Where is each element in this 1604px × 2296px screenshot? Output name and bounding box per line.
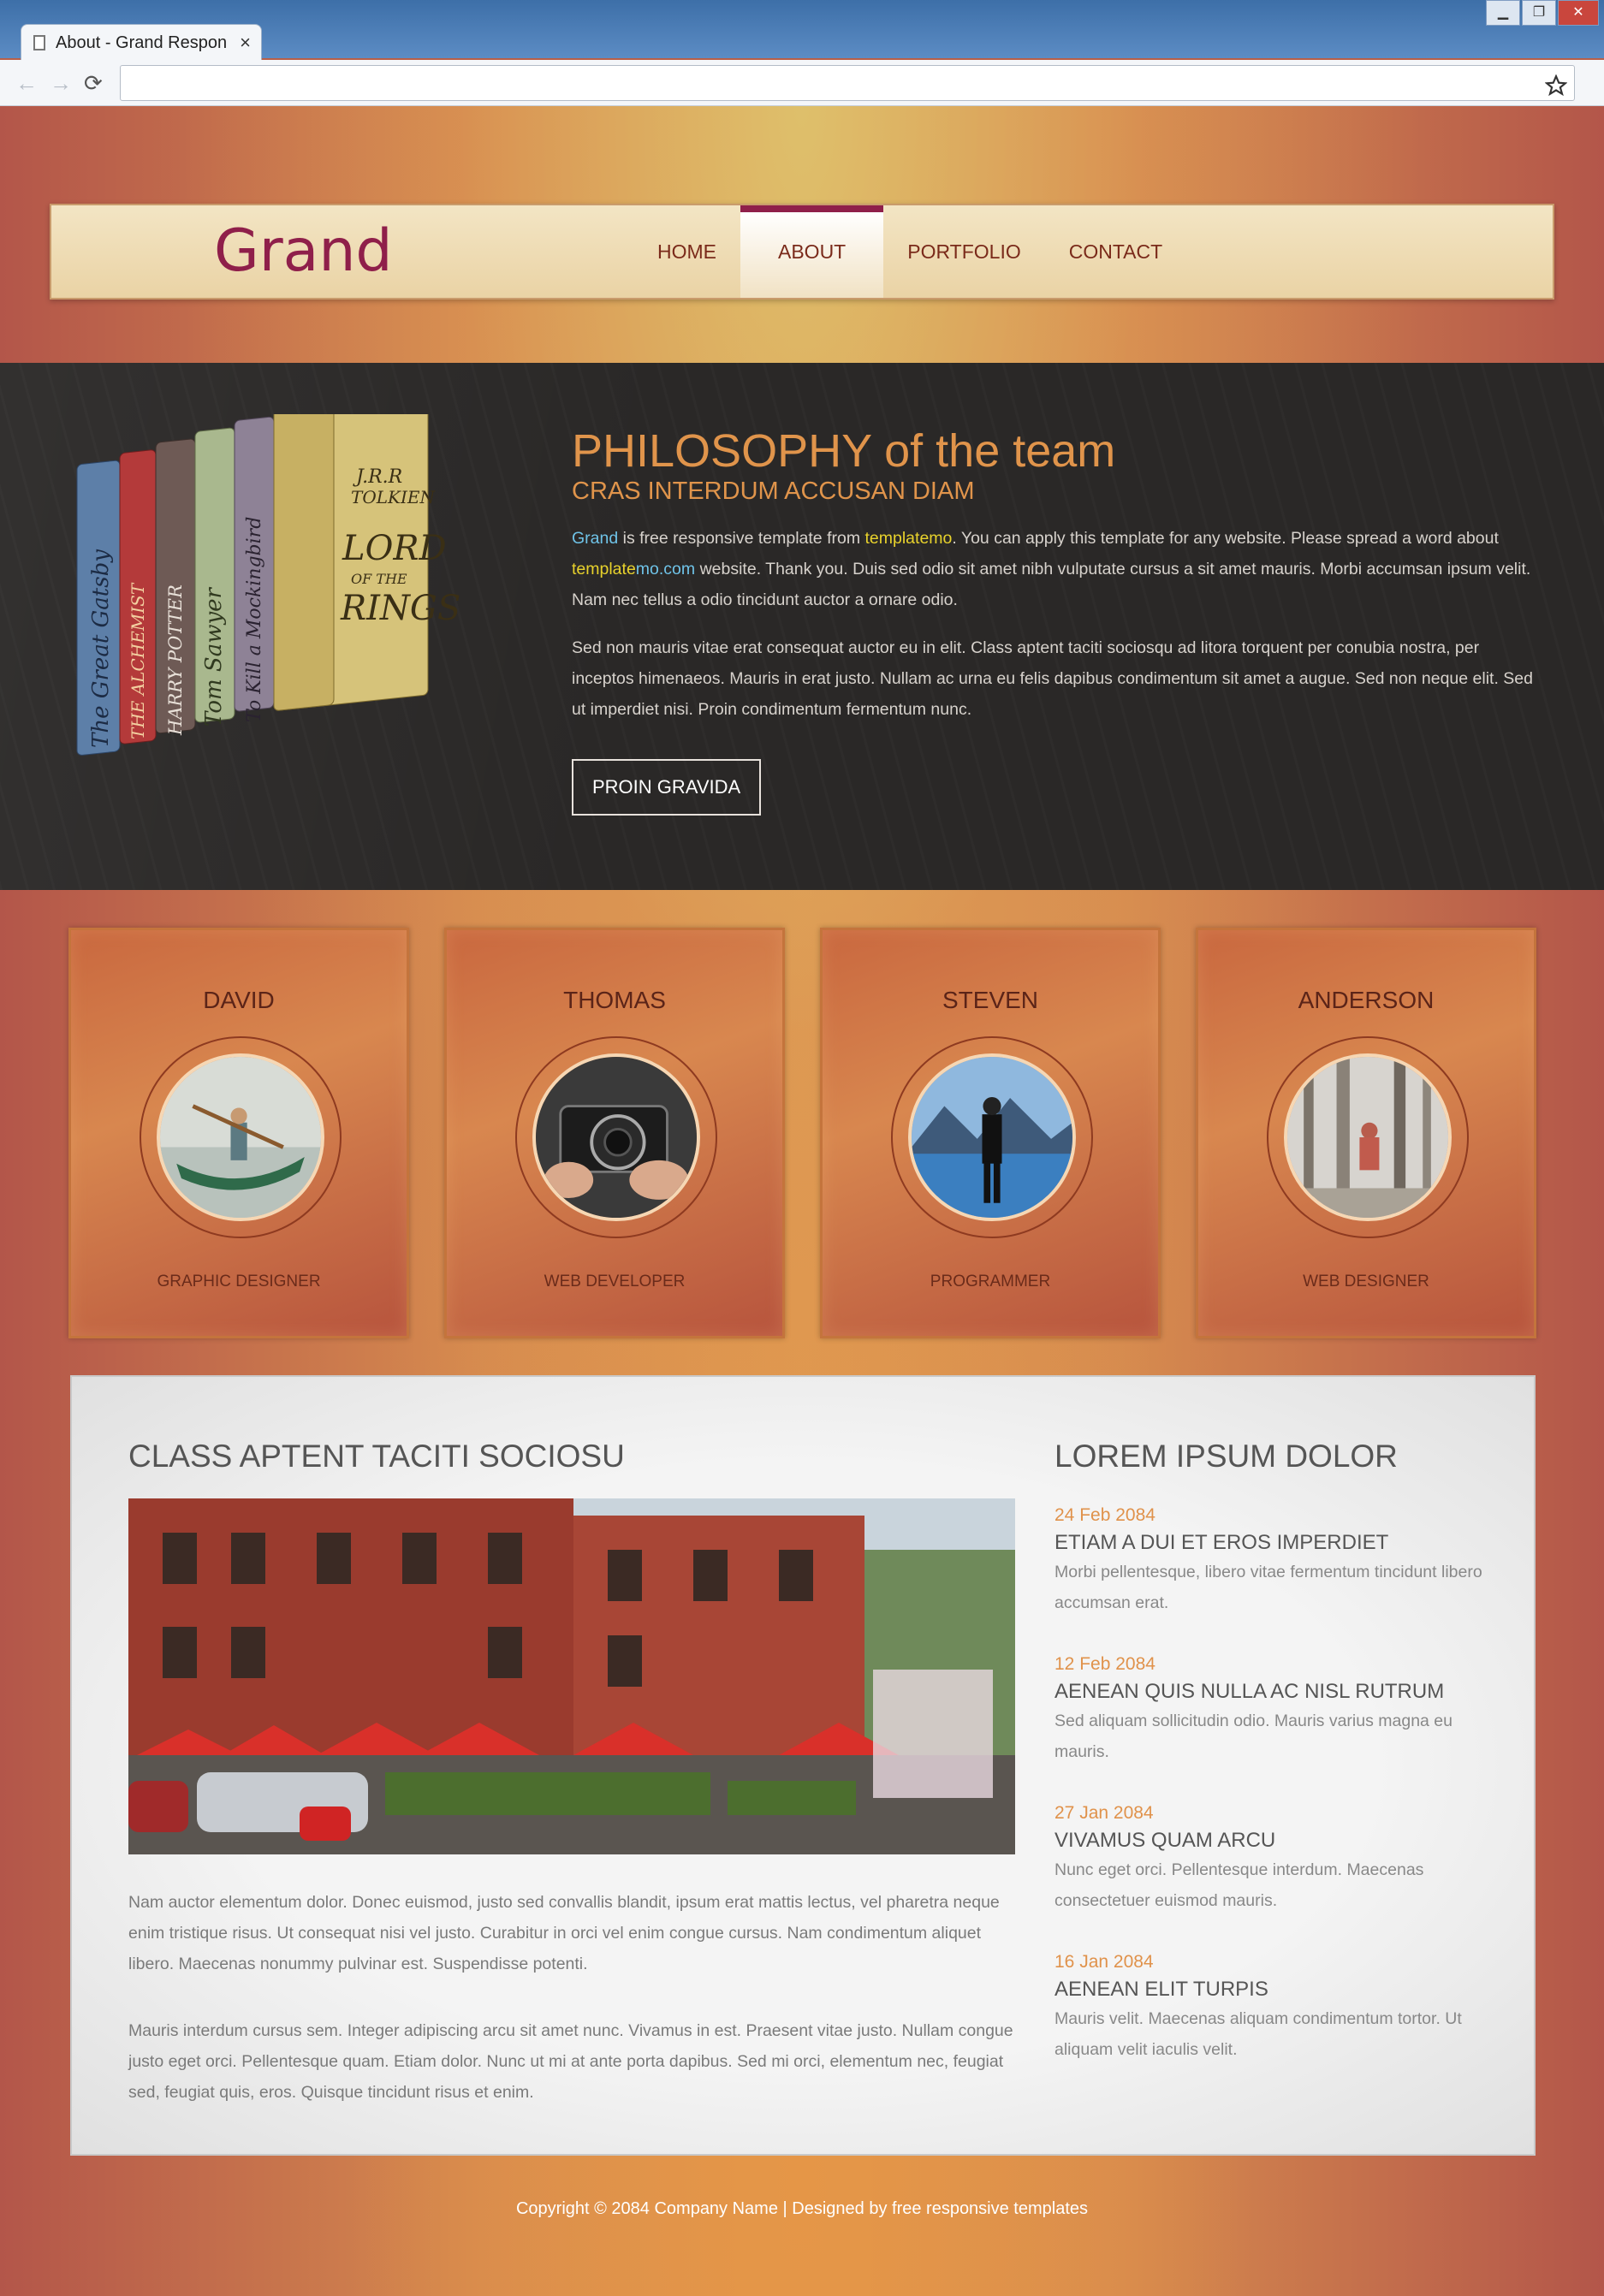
book-spine-harry-potter: HARRY POTTER [165, 584, 186, 736]
news-desc: Nunc eget orci. Pellentesque interdum. M… [1054, 1860, 1424, 1910]
grand-link[interactable]: Grand [572, 529, 618, 548]
browser-titlebar: About - Grand Respon × ▁ ❐ ✕ [0, 0, 1604, 60]
news-item: 24 Feb 2084 ETIAM A DUI ET EROS IMPERDIE… [1054, 1505, 1500, 1618]
site-header: Grand HOME ABOUT PORTFOLIO CONTACT [50, 204, 1554, 300]
book-spine-mockingbird: To Kill a Mockingbird [244, 517, 265, 722]
left-section-title: CLASS APTENT TACITI SOCIOSU [128, 1439, 625, 1474]
team-role: WEB DEVELOPER [544, 1273, 686, 1290]
street-cafe-image [128, 1498, 1015, 1854]
minimize-button[interactable]: ▁ [1486, 0, 1520, 26]
team-name: THOMAS [563, 987, 666, 1013]
page-icon [33, 35, 45, 50]
news-item: 16 Jan 2084 AENEAN ELIT TURPIS Mauris ve… [1054, 1952, 1500, 2065]
news-date: 24 Feb 2084 [1054, 1505, 1155, 1525]
team-role: WEB DESIGNER [1303, 1273, 1429, 1290]
book-cover-line: J.R.R [353, 466, 402, 488]
book-spine-alchemist: THE ALCHEMIST [128, 582, 148, 739]
team-photo-camera [532, 1053, 700, 1221]
team-photo-frame [1267, 1036, 1469, 1238]
content-panel: CLASS APTENT TACITI SOCIOSU Nam auctor e… [70, 1375, 1536, 2156]
book-spine-gatsby: The Great Gatsby [88, 549, 114, 748]
site-logo[interactable]: Grand [214, 217, 393, 285]
browser-tab[interactable]: About - Grand Respon × [21, 24, 262, 60]
team-photo-frame [515, 1036, 717, 1238]
book-spine-tom-sawyer: Tom Sawyer [201, 586, 227, 727]
hero-text-run: . You can apply this template for any we… [952, 529, 1499, 548]
news-title[interactable]: VIVAMUS QUAM ARCU [1054, 1829, 1500, 1853]
left-paragraph-1: Nam auctor elementum dolor. Donec euismo… [128, 1893, 1000, 1973]
news-date: 27 Jan 2084 [1054, 1803, 1154, 1823]
hero-text-run: is free responsive template from [618, 529, 865, 548]
news-date: 12 Feb 2084 [1054, 1654, 1155, 1674]
window-controls: ▁ ❐ ✕ [1486, 0, 1599, 26]
team-role: PROGRAMMER [930, 1273, 1051, 1290]
team-photo-lake [908, 1053, 1076, 1221]
team-card-steven: STEVEN PROGRAMMER [820, 928, 1161, 1338]
templatemo-com-link-tail[interactable]: mo.com [636, 560, 695, 578]
team-name: ANDERSON [1298, 987, 1435, 1013]
hero-paragraph: Grand is free responsive template from t… [572, 523, 1539, 615]
hero-paragraph-2: Sed non mauris vitae erat consequat auct… [572, 638, 1533, 719]
address-bar[interactable] [120, 65, 1575, 101]
hero-text: PHILOSOPHY of the team CRAS INTERDUM ACC… [572, 424, 1539, 816]
hero-text-run: website. Thank you. Duis sed odio sit am… [572, 560, 1531, 609]
team-card-anderson: ANDERSON WEB DESIGNER [1196, 928, 1536, 1338]
news-title[interactable]: AENEAN QUIS NULLA AC NISL RUTRUM [1054, 1680, 1500, 1704]
news-title[interactable]: ETIAM A DUI ET EROS IMPERDIET [1054, 1531, 1500, 1555]
book-cover-line: TOLKIEN [351, 487, 436, 507]
news-desc: Mauris velit. Maecenas aliquam condiment… [1054, 2009, 1462, 2059]
back-icon[interactable]: ← [15, 70, 38, 97]
maximize-button[interactable]: ❐ [1522, 0, 1556, 26]
news-title[interactable]: AENEAN ELIT TURPIS [1054, 1978, 1500, 2002]
book-cover-line: LORD [342, 529, 447, 568]
team-photo-forest [1284, 1053, 1452, 1221]
news-date: 16 Jan 2084 [1054, 1952, 1154, 1972]
menu-home[interactable]: HOME [633, 205, 740, 298]
tab-close-icon[interactable]: × [240, 32, 251, 54]
right-section-title: LOREM IPSUM DOLOR [1054, 1439, 1398, 1474]
menu-about[interactable]: ABOUT [740, 205, 884, 298]
forward-icon[interactable]: → [50, 70, 72, 97]
proin-gravida-button[interactable]: PROIN GRAVIDA [572, 759, 762, 816]
close-window-button[interactable]: ✕ [1558, 0, 1599, 26]
main-menu: HOME ABOUT PORTFOLIO CONTACT [633, 205, 1186, 298]
news-item: 27 Jan 2084 VIVAMUS QUAM ARCU Nunc eget … [1054, 1803, 1500, 1916]
bookmark-star-icon[interactable] [1545, 74, 1567, 97]
team-card-david: DAVID GRAPHIC DESIGNER [68, 928, 409, 1338]
news-desc: Morbi pellentesque, libero vitae ferment… [1054, 1563, 1482, 1612]
hero-subtitle: CRAS INTERDUM ACCUSAN DIAM [572, 478, 975, 505]
news-item: 12 Feb 2084 AENEAN QUIS NULLA AC NISL RU… [1054, 1654, 1500, 1767]
news-desc: Sed aliquam sollicitudin odio. Mauris va… [1054, 1712, 1453, 1761]
team-photo-frame [140, 1036, 342, 1238]
book-cover-line: RINGS [340, 589, 460, 628]
team-card-thomas: THOMAS WEB DEVELOPER [444, 928, 785, 1338]
templatemo-com-link[interactable]: template [572, 560, 636, 578]
hero-title: PHILOSOPHY of the team [572, 425, 1116, 477]
reload-icon[interactable]: ⟳ [84, 70, 103, 97]
menu-portfolio[interactable]: PORTFOLIO [883, 205, 1045, 298]
team-name: STEVEN [942, 987, 1039, 1013]
team-photo-canoe [157, 1053, 324, 1221]
team-name: DAVID [203, 987, 275, 1013]
tab-title: About - Grand Respon [56, 33, 228, 52]
templatemo-link[interactable]: templatemo [865, 529, 953, 548]
team-photo-frame [891, 1036, 1093, 1238]
team-role: GRAPHIC DESIGNER [157, 1273, 321, 1290]
browser-toolbar: ← → ⟳ [0, 60, 1604, 106]
footer-copyright: Copyright © 2084 Company Name | Designed… [515, 2199, 1089, 2218]
left-paragraph-2: Mauris interdum cursus sem. Integer adip… [128, 2021, 1013, 2102]
menu-contact[interactable]: CONTACT [1045, 205, 1186, 298]
page: Grand HOME ABOUT PORTFOLIO CONTACT The G… [0, 106, 1604, 2296]
hero-section: The Great Gatsby THE ALCHEMIST HARRY POT… [0, 363, 1604, 890]
books-image: The Great Gatsby THE ALCHEMIST HARRY POT… [76, 414, 460, 756]
book-cover-line: OF THE [351, 571, 407, 587]
